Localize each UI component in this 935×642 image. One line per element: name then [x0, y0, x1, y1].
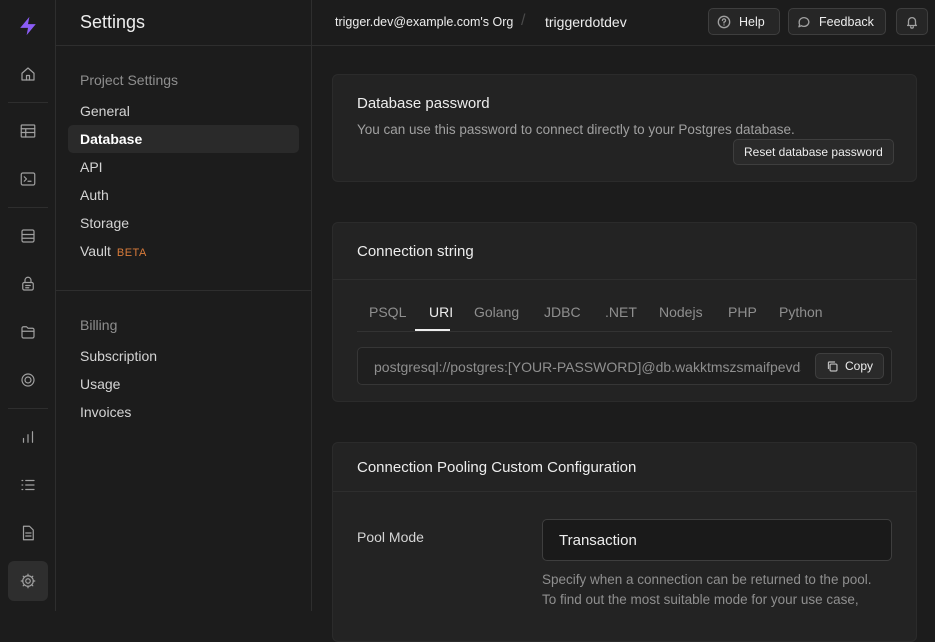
reports-icon[interactable] [8, 417, 48, 457]
project-breadcrumb[interactable]: triggerdotdev [545, 14, 627, 30]
copy-label: Copy [845, 359, 874, 373]
tab-dotnet[interactable]: .NET [605, 304, 637, 320]
tab-python[interactable]: Python [779, 304, 823, 320]
sidebar-item-api[interactable]: API [68, 153, 299, 181]
connection-tabs: PSQL URI Golang JDBC .NET Nodejs PHP Pyt… [357, 296, 892, 332]
org-breadcrumb[interactable]: trigger.dev@example.com's Org [335, 15, 513, 29]
connection-string-field[interactable]: postgresql://postgres:[YOUR-PASSWORD]@db… [357, 347, 892, 385]
help-button[interactable]: Help [708, 8, 780, 35]
storage-icon[interactable] [8, 312, 48, 352]
tab-php[interactable]: PHP [728, 304, 757, 320]
copy-icon [827, 360, 838, 372]
tab-jdbc[interactable]: JDBC [544, 304, 581, 320]
rail-divider [8, 408, 48, 409]
connection-pooling-title: Connection Pooling Custom Configuration [357, 459, 637, 476]
help-label: Help [739, 14, 765, 29]
tab-psql[interactable]: PSQL [369, 304, 406, 320]
help-icon [717, 15, 731, 28]
sidebar-item-invoices[interactable]: Invoices [68, 398, 299, 426]
sidebar-divider [56, 290, 311, 291]
home-icon[interactable] [8, 54, 48, 94]
bell-icon [906, 16, 918, 29]
pool-mode-help-line: To find out the most suitable mode for y… [542, 592, 859, 607]
table-editor-icon[interactable] [8, 111, 48, 151]
connection-string-value[interactable]: postgresql://postgres:[YOUR-PASSWORD]@db… [374, 359, 815, 375]
database-icon[interactable] [8, 216, 48, 256]
docs-icon[interactable] [8, 513, 48, 553]
main-content: Database password You can use this passw… [312, 46, 935, 642]
connection-string-title: Connection string [357, 243, 474, 260]
active-tab-indicator [415, 329, 450, 331]
sidebar-item-storage[interactable]: Storage [68, 209, 299, 237]
notifications-button[interactable] [896, 8, 928, 35]
database-password-title: Database password [357, 95, 490, 112]
sidebar-item-usage[interactable]: Usage [68, 370, 299, 398]
card-divider [333, 491, 916, 492]
chat-bubble-icon [798, 16, 810, 27]
feedback-label: Feedback [819, 14, 874, 29]
billing-heading: Billing [80, 317, 118, 333]
sidebar-title: Settings [80, 12, 146, 32]
sidebar-item-database[interactable]: Database [68, 125, 299, 153]
connection-pooling-card: Connection Pooling Custom Configuration … [332, 442, 917, 642]
connection-string-card: Connection string PSQL URI Golang JDBC .… [332, 222, 917, 402]
database-password-description: You can use this password to connect dir… [357, 122, 795, 137]
database-password-card: Database password You can use this passw… [332, 74, 917, 182]
rail-divider [8, 102, 48, 103]
icon-rail [0, 0, 56, 611]
logs-icon[interactable] [8, 465, 48, 505]
project-settings-heading: Project Settings [80, 72, 179, 88]
sidebar-item-vault[interactable]: Vault BETA [68, 237, 299, 265]
sql-editor-icon[interactable] [8, 159, 48, 199]
beta-badge: BETA [116, 247, 147, 259]
sidebar-header-divider [56, 45, 311, 46]
card-divider [333, 279, 916, 280]
sidebar-item-auth[interactable]: Auth [68, 181, 299, 209]
copy-button[interactable]: Copy [815, 353, 885, 379]
tab-golang[interactable]: Golang [474, 304, 519, 320]
pool-mode-help-line: Specify when a connection can be returne… [542, 572, 872, 587]
pool-mode-label: Pool Mode [357, 529, 424, 545]
breadcrumb-separator: / [521, 12, 526, 29]
pool-mode-select[interactable]: Transaction [542, 519, 892, 561]
tab-nodejs[interactable]: Nodejs [659, 304, 703, 320]
supabase-logo-icon[interactable] [17, 15, 39, 37]
auth-lock-icon[interactable] [8, 264, 48, 304]
rail-divider [8, 207, 48, 208]
sidebar-item-general[interactable]: General [68, 97, 299, 125]
pool-mode-help: Specify when a connection can be returne… [542, 570, 902, 610]
realtime-icon[interactable] [8, 360, 48, 400]
sidebar-item-subscription[interactable]: Subscription [68, 342, 299, 370]
settings-icon[interactable] [8, 561, 48, 601]
top-bar: trigger.dev@example.com's Org / triggerd… [312, 0, 935, 46]
feedback-button[interactable]: Feedback [788, 8, 886, 35]
tab-uri[interactable]: URI [429, 304, 453, 320]
sidebar-item-label: Vault [80, 243, 111, 259]
reset-database-password-button[interactable]: Reset database password [733, 139, 894, 165]
settings-sidebar: Settings Project Settings General Databa… [56, 0, 312, 611]
